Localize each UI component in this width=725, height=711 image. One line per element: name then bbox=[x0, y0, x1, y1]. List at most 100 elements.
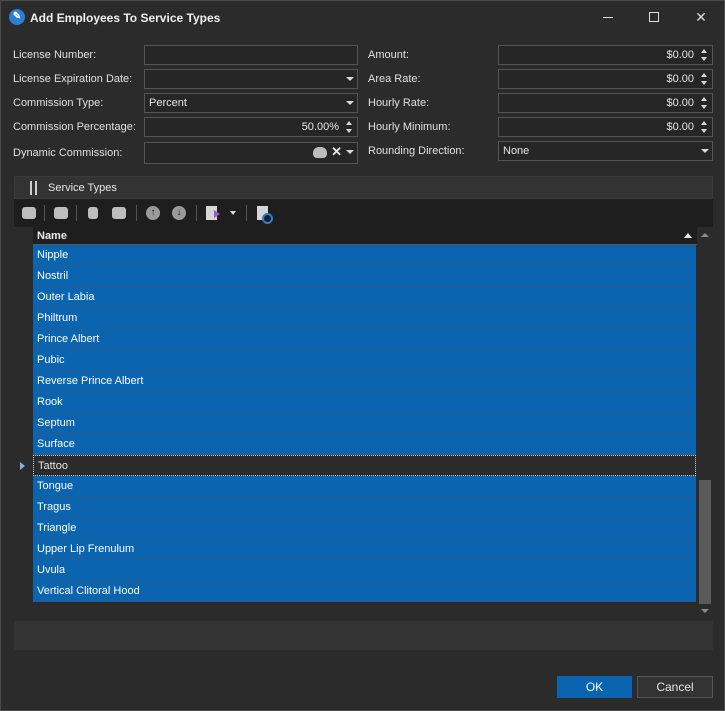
table-row[interactable]: Pubic bbox=[33, 350, 696, 371]
dialog-window: ✎ Add Employees To Service Types ✕ Licen… bbox=[0, 0, 725, 711]
row-name-cell: Prince Albert bbox=[37, 333, 100, 345]
table-row[interactable]: Philtrum bbox=[33, 308, 696, 329]
area-rate-value: $0.00 bbox=[666, 73, 694, 85]
table-row[interactable]: Surface bbox=[33, 434, 696, 455]
area-rate-stepper[interactable]: $0.00 bbox=[498, 69, 713, 89]
spin-up-icon[interactable] bbox=[701, 97, 707, 101]
footprints-icon bbox=[88, 207, 98, 219]
row-name-cell: Pubic bbox=[37, 354, 65, 366]
footprints-button[interactable] bbox=[84, 204, 102, 222]
toolbar-separator bbox=[76, 205, 77, 221]
move-down-button[interactable]: ↓ bbox=[170, 204, 188, 222]
arrow-up-icon: ↑ bbox=[146, 206, 160, 220]
hourly-rate-label: Hourly Rate: bbox=[368, 97, 430, 109]
service-types-title: Service Types bbox=[48, 182, 117, 194]
spin-buttons[interactable] bbox=[700, 95, 710, 111]
table-row[interactable]: Nostril bbox=[33, 266, 696, 287]
amount-stepper[interactable]: $0.00 bbox=[498, 45, 713, 65]
spin-up-icon[interactable] bbox=[701, 121, 707, 125]
chevron-down-icon[interactable] bbox=[346, 77, 354, 81]
rounding-direction-select[interactable]: None bbox=[498, 141, 713, 161]
minimize-icon bbox=[603, 17, 613, 18]
eraser-button[interactable] bbox=[110, 204, 128, 222]
table-row[interactable]: Reverse Prince Albert bbox=[33, 371, 696, 392]
license-expiration-date-picker[interactable] bbox=[144, 69, 358, 89]
arrow-down-icon: ↓ bbox=[172, 206, 186, 220]
table-row[interactable]: Outer Labia bbox=[33, 287, 696, 308]
service-types-grid: Name Nipple Nostril Outer Labia Philtrum Pri… bbox=[14, 227, 713, 621]
add-service-button[interactable] bbox=[20, 204, 38, 222]
row-name-cell: Septum bbox=[37, 417, 75, 429]
spin-up-icon[interactable] bbox=[346, 121, 352, 125]
commission-type-select[interactable]: Percent bbox=[144, 93, 358, 113]
table-row[interactable]: Rook bbox=[33, 392, 696, 413]
commission-percentage-value: 50.00% bbox=[301, 121, 339, 133]
row-name-cell: Tragus bbox=[37, 501, 71, 513]
spin-up-icon[interactable] bbox=[701, 73, 707, 77]
table-row[interactable]: Vertical Clitoral Hood bbox=[33, 581, 696, 602]
spin-down-icon[interactable] bbox=[346, 129, 352, 133]
export-icon bbox=[206, 206, 220, 220]
clear-icon[interactable]: ✕ bbox=[331, 145, 342, 159]
spin-down-icon[interactable] bbox=[701, 129, 707, 133]
table-row[interactable]: Uvula bbox=[33, 560, 696, 581]
ok-button[interactable]: OK bbox=[557, 676, 632, 698]
spin-up-icon[interactable] bbox=[701, 49, 707, 53]
close-button[interactable]: ✕ bbox=[678, 1, 724, 33]
piggy-bank-icon bbox=[22, 207, 36, 219]
sort-ascending-icon bbox=[684, 233, 692, 238]
spin-down-icon[interactable] bbox=[701, 81, 707, 85]
edit-service-button[interactable] bbox=[52, 204, 70, 222]
grid-header: Name bbox=[33, 227, 697, 245]
print-preview-button[interactable] bbox=[254, 204, 273, 224]
chevron-down-icon[interactable] bbox=[346, 150, 354, 154]
table-row[interactable]: Tongue bbox=[33, 476, 696, 497]
piggy-bank-icon[interactable] bbox=[313, 146, 328, 158]
license-number-input[interactable] bbox=[144, 45, 358, 65]
rounding-direction-value: None bbox=[503, 145, 530, 157]
commission-percentage-stepper[interactable]: 50.00% bbox=[144, 117, 358, 137]
row-name-cell: Uvula bbox=[37, 564, 66, 576]
dynamic-commission-field[interactable]: ✕ bbox=[144, 142, 358, 164]
spin-buttons[interactable] bbox=[700, 47, 710, 63]
license-expiration-label: License Expiration Date: bbox=[13, 73, 133, 85]
table-row[interactable]: Prince Albert bbox=[33, 329, 696, 350]
export-dropdown-icon[interactable] bbox=[230, 211, 236, 215]
hourly-rate-stepper[interactable]: $0.00 bbox=[498, 93, 713, 113]
spin-buttons[interactable] bbox=[345, 119, 355, 135]
grid-rows: Nipple Nostril Outer Labia Philtrum Prince A… bbox=[20, 245, 696, 602]
move-up-button[interactable]: ↑ bbox=[144, 204, 162, 222]
toolbar-separator bbox=[246, 205, 247, 221]
table-row[interactable]: Tattoo bbox=[20, 455, 696, 476]
spin-down-icon[interactable] bbox=[701, 105, 707, 109]
chevron-down-icon[interactable] bbox=[346, 101, 354, 105]
table-row[interactable]: Triangle bbox=[33, 518, 696, 539]
table-row[interactable]: Upper Lip Frenulum bbox=[33, 539, 696, 560]
commission-type-value: Percent bbox=[149, 97, 187, 109]
name-column-header[interactable]: Name bbox=[37, 230, 67, 242]
export-button[interactable] bbox=[204, 204, 222, 222]
vertical-scrollbar[interactable] bbox=[697, 227, 713, 621]
minimize-button[interactable] bbox=[585, 1, 631, 33]
service-types-group-header: Service Types bbox=[14, 176, 713, 199]
spin-buttons[interactable] bbox=[700, 119, 710, 135]
chevron-down-icon[interactable] bbox=[701, 149, 709, 153]
scroll-up-icon[interactable] bbox=[701, 233, 709, 237]
hourly-minimum-value: $0.00 bbox=[666, 121, 694, 133]
commission-type-label: Commission Type: bbox=[13, 97, 104, 109]
hourly-minimum-stepper[interactable]: $0.00 bbox=[498, 117, 713, 137]
table-row[interactable]: Nipple bbox=[33, 245, 696, 266]
scroll-thumb[interactable] bbox=[699, 480, 711, 604]
scroll-down-icon[interactable] bbox=[701, 609, 709, 613]
spin-buttons[interactable] bbox=[700, 71, 710, 87]
toolbar-separator bbox=[196, 205, 197, 221]
cancel-button[interactable]: Cancel bbox=[637, 676, 713, 698]
close-icon: ✕ bbox=[695, 9, 707, 25]
spin-down-icon[interactable] bbox=[701, 57, 707, 61]
hourly-rate-value: $0.00 bbox=[666, 97, 694, 109]
row-name-cell: Tattoo bbox=[38, 460, 68, 472]
table-row[interactable]: Tragus bbox=[33, 497, 696, 518]
table-row[interactable]: Septum bbox=[33, 413, 696, 434]
grid-footer bbox=[14, 621, 713, 650]
maximize-button[interactable] bbox=[631, 1, 677, 33]
